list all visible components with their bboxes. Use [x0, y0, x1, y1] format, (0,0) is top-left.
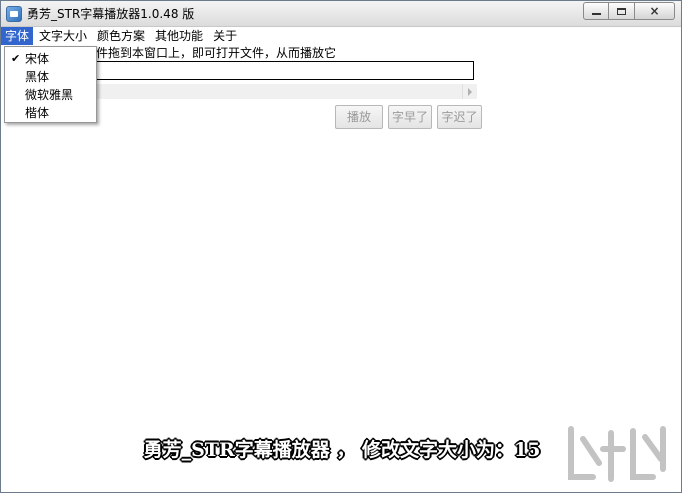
font-option-kaiti[interactable]: 楷体	[5, 104, 96, 122]
maximize-button[interactable]	[609, 2, 635, 20]
minimize-icon	[591, 13, 601, 15]
maximize-icon	[617, 7, 626, 15]
menu-bar: 字体 文字大小 颜色方案 其他功能 关于	[1, 27, 681, 45]
app-icon[interactable]	[6, 6, 22, 22]
menu-color-scheme[interactable]: 颜色方案	[93, 27, 149, 45]
file-path-input[interactable]	[96, 61, 474, 80]
drag-hint-text: 件拖到本窗口上，即可打开文件，从而播放它	[96, 46, 337, 60]
subtitle-early-button[interactable]: 字早了	[388, 105, 432, 129]
subtitle-late-button[interactable]: 字迟了	[437, 105, 482, 129]
font-option-label: 宋体	[25, 52, 50, 66]
menu-about[interactable]: 关于	[209, 27, 241, 45]
font-option-songti[interactable]: ✔ 宋体	[5, 50, 96, 68]
watermark-logo	[568, 426, 666, 482]
checkmark-icon: ✔	[11, 52, 21, 65]
window-title: 勇芳_STR字幕播放器1.0.48 版	[27, 7, 195, 21]
menu-font[interactable]: 字体	[1, 27, 34, 45]
window-controls: ×	[583, 2, 675, 20]
play-button[interactable]: 播放	[335, 105, 383, 129]
scroll-right-button[interactable]	[462, 84, 477, 99]
close-button[interactable]: ×	[635, 2, 675, 20]
title-bar[interactable]: 勇芳_STR字幕播放器1.0.48 版 ×	[1, 1, 681, 27]
menu-other-functions[interactable]: 其他功能	[151, 27, 207, 45]
close-icon: ×	[649, 4, 660, 18]
font-option-label: 楷体	[25, 106, 50, 120]
font-option-heiti[interactable]: 黑体	[5, 68, 96, 86]
arrow-right-icon	[468, 87, 472, 96]
menu-text-size[interactable]: 文字大小	[35, 27, 91, 45]
font-option-label: 黑体	[25, 70, 50, 84]
font-dropdown-menu: ✔ 宋体 黑体 微软雅黑 楷体	[4, 46, 97, 123]
horizontal-scrollbar[interactable]	[96, 84, 477, 99]
app-window: 勇芳_STR字幕播放器1.0.48 版 × 字体 文字大小 颜色方案 其他功能 …	[0, 0, 682, 493]
font-option-yahei[interactable]: 微软雅黑	[5, 86, 96, 104]
font-option-label: 微软雅黑	[25, 88, 74, 102]
minimize-button[interactable]	[583, 2, 609, 20]
